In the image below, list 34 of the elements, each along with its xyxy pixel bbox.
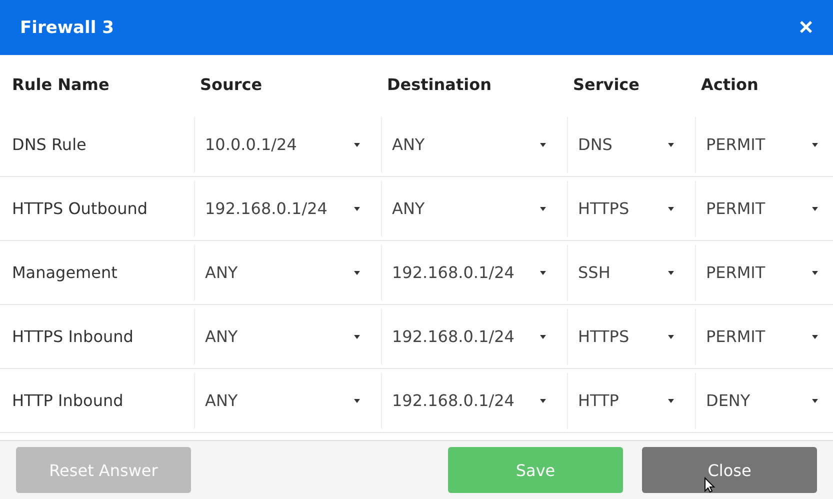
- window-title: Firewall 3: [20, 18, 114, 38]
- column-header: Service: [573, 74, 640, 94]
- caret-icon: [811, 206, 819, 212]
- caret-icon: [353, 270, 361, 276]
- caret-icon: [539, 398, 547, 404]
- caret-icon: [667, 142, 675, 148]
- rule-name: Management: [11, 263, 118, 282]
- caret-icon: [811, 334, 819, 340]
- caret-icon: [353, 334, 361, 340]
- caret-icon: [667, 206, 675, 212]
- caret-icon: [667, 398, 675, 404]
- close-button[interactable]: ×: [798, 16, 813, 40]
- cursor-icon: [704, 477, 716, 493]
- caret-icon: [539, 334, 547, 340]
- caret-icon: [811, 142, 819, 148]
- caret-icon: [353, 206, 361, 212]
- caret-icon: [811, 398, 819, 404]
- rule-name: HTTP Inbound: [11, 391, 124, 410]
- caret-icon: [811, 270, 819, 276]
- close-button[interactable]: Close: [642, 447, 817, 493]
- caret-icon: [353, 142, 361, 148]
- caret-icon: [353, 398, 361, 404]
- column-header: Source: [200, 74, 262, 94]
- caret-icon: [667, 334, 675, 340]
- column-header: Action: [701, 74, 758, 94]
- rule-name: DNS Rule: [11, 135, 86, 154]
- column-header: Rule Name: [12, 74, 110, 94]
- caret-icon: [667, 270, 675, 276]
- caret-icon: [539, 206, 547, 212]
- rule-name: HTTPS Outbound: [11, 199, 148, 218]
- caret-icon: [539, 142, 547, 148]
- rule-name: HTTPS Inbound: [11, 327, 134, 346]
- column-header: Destination: [387, 74, 492, 94]
- caret-icon: [539, 270, 547, 276]
